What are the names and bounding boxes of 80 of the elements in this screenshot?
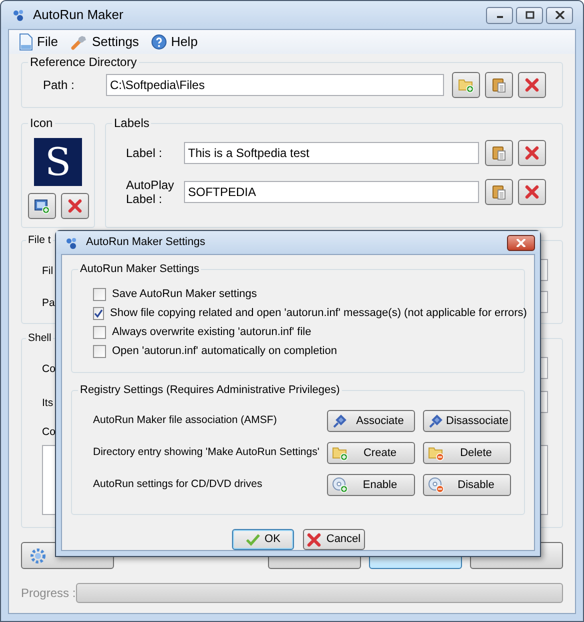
add-image-button[interactable] [28,193,56,219]
window-title: AutoRun Maker [33,6,124,24]
folder-add-icon [458,77,474,93]
field-label: Fil [42,264,54,277]
field-label: Its [42,396,54,409]
maximize-icon [524,11,534,19]
field-label: Label : [126,146,164,160]
paste-button[interactable] [485,140,513,166]
check-icon [244,532,261,548]
disc-icon [332,477,348,493]
setting-label: Directory entry showing 'Make AutoRun Settings' [93,445,320,460]
plug-icon [332,413,348,429]
delete-icon [524,145,540,161]
registry-button[interactable]: Disable [423,474,511,496]
delete-icon [524,77,540,93]
registry-button[interactable]: Disassociate [423,410,511,432]
folder-icon [428,445,444,461]
field-label: Pa [42,296,55,309]
ok-button[interactable]: OK [232,529,294,550]
paste-button[interactable] [485,72,513,98]
cancel-button[interactable]: Cancel [302,529,364,550]
group-title: Icon [28,116,55,130]
clipboard-icon [491,77,507,93]
input-field[interactable]: C:\Softpedia\Files [106,74,444,96]
progress-label: Progress : [21,585,76,602]
image-add-icon [34,198,50,214]
menu-item[interactable]: Settings [70,32,139,52]
disc-icon [428,477,444,493]
input-field[interactable]: This is a Softpedia test [184,142,479,164]
setting-label: AutoRun Maker file association (AMSF) [93,413,278,428]
clear-button[interactable] [518,72,546,98]
delete-icon [524,184,540,200]
checkbox[interactable] [93,326,106,338]
close-icon [554,11,564,19]
check-icon [94,308,103,318]
group-title: Reference Directory [28,55,139,69]
checkbox-label: Show file copying related and open 'autorun.inf' message(s) (not applicable for errors) [110,306,527,321]
registry-button[interactable]: Associate [327,410,415,432]
group-title: Registry Settings (Requires Administrative Privileges) [78,383,342,397]
checkbox-label: Always overwrite existing 'autorun.inf' file [112,324,312,340]
wrench-icon [70,33,88,51]
plug-icon [428,413,444,429]
clipboard-icon [491,184,507,200]
gear-icon [28,546,48,566]
document-icon [19,33,33,51]
path-label: Path : [43,77,76,94]
group-title: Labels [112,116,152,130]
registry-button[interactable]: Delete [423,442,511,464]
minimize-button[interactable] [486,6,513,24]
menu-item[interactable]: File [19,32,58,52]
close-button[interactable] [507,234,535,250]
maximize-button[interactable] [516,6,543,24]
field-label: Co [42,362,56,375]
help-icon [150,34,167,50]
icon-preview: S [34,138,82,186]
group-title: AutoRun Maker Settings [78,262,202,276]
close-button[interactable] [546,6,573,24]
checkbox[interactable] [93,344,106,358]
dialog-title: AutoRun Maker Settings [86,235,206,250]
checkbox[interactable] [93,306,104,320]
delete-icon [66,198,82,214]
remove-image-button[interactable] [60,193,88,219]
close-icon [516,238,526,246]
checkbox-label: Open 'autorun.inf' automatically on completion [112,344,337,359]
clipboard-icon [491,145,507,161]
input-field[interactable]: SOFTPEDIA [184,181,479,203]
registry-button[interactable]: Enable [327,474,415,496]
close-icon [306,532,322,548]
browse-button[interactable] [452,72,480,98]
setting-label: AutoRun settings for CD/DVD drives [93,477,264,492]
checkbox-label: Save AutoRun Maker settings [112,286,257,302]
clear-button[interactable] [518,179,546,205]
list-label: Co [42,425,56,440]
paste-button[interactable] [485,179,513,205]
checkbox[interactable] [93,288,106,300]
registry-button[interactable]: Create [327,442,415,464]
field-label: AutoPlay Label : [126,178,176,206]
menu-item[interactable]: Help [150,32,198,52]
folder-icon [332,445,348,461]
clear-button[interactable] [518,140,546,166]
